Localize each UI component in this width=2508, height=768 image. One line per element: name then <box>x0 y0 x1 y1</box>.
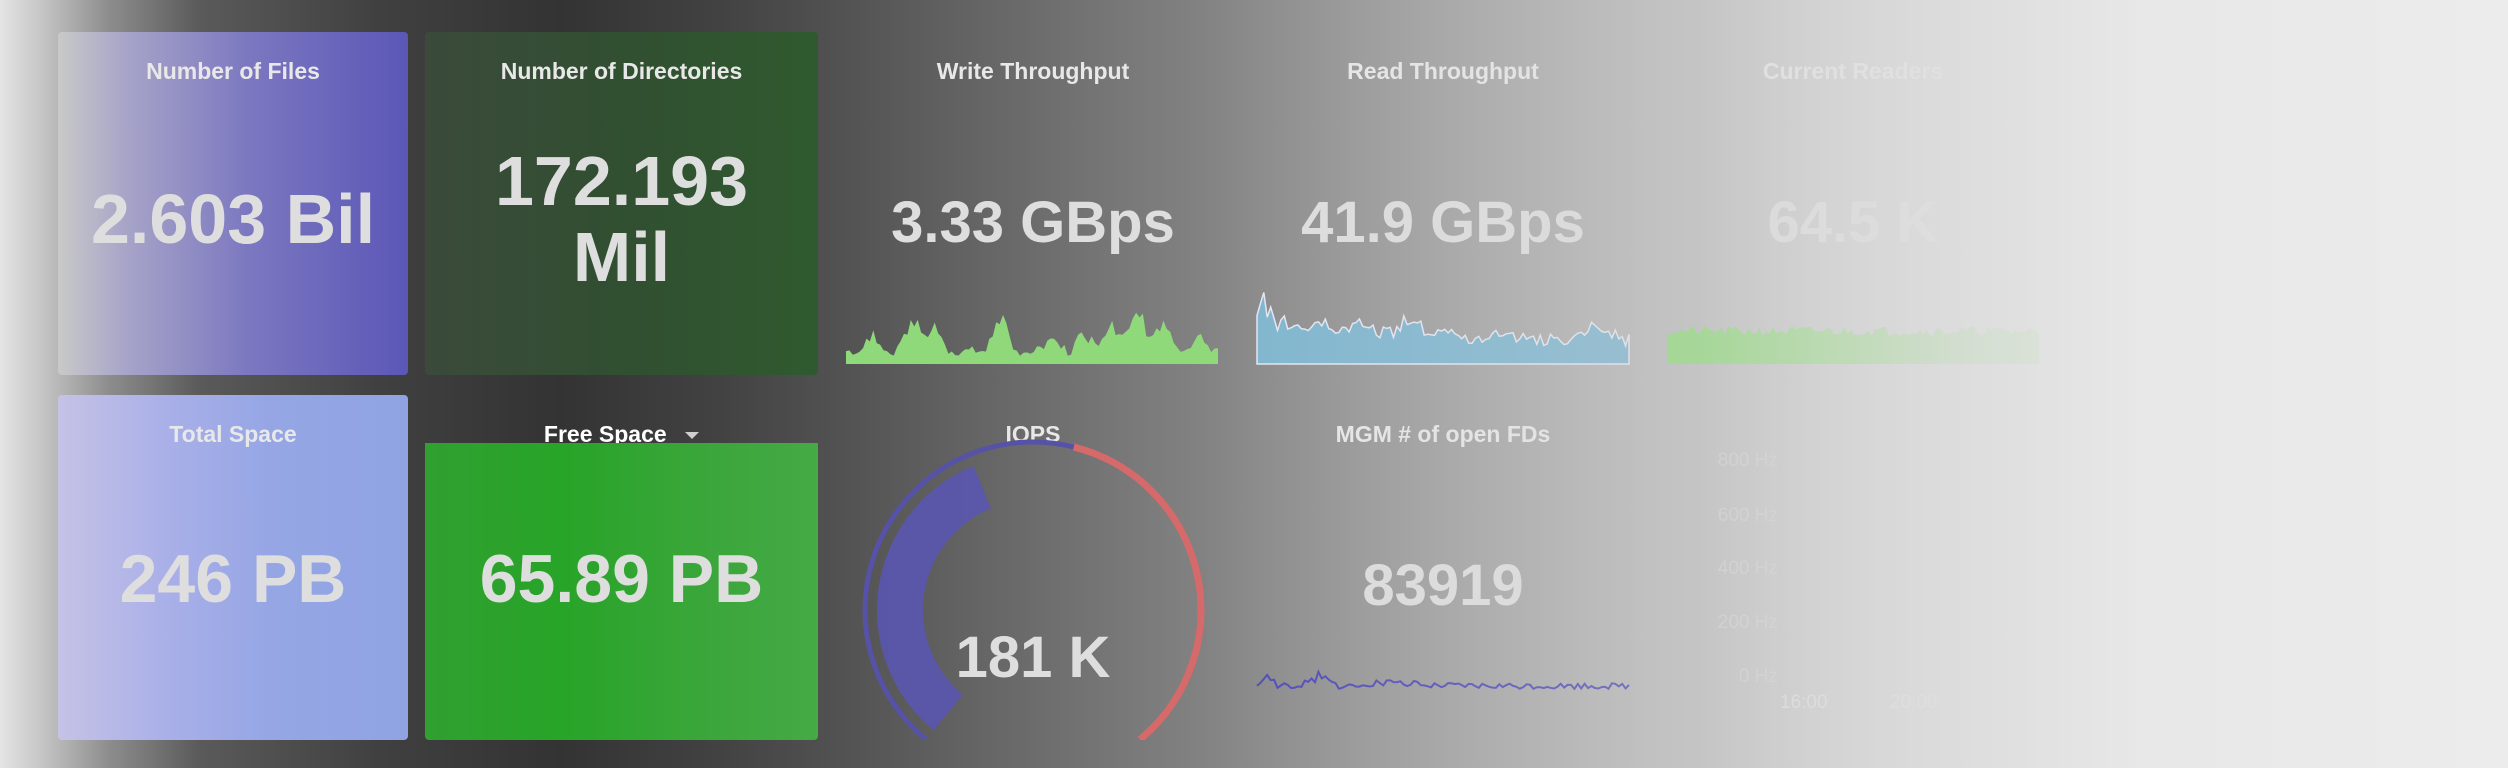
mgm-open-fds-value: 83919 <box>1362 553 1524 618</box>
hz-graph-panel[interactable]: 800 Hz 600 Hz 400 Hz 200 Hz 0 Hz 16:00 2… <box>1658 395 2048 740</box>
free-space-value: 65.89 PB <box>479 541 764 617</box>
iops-value: 181 K <box>955 625 1111 690</box>
read-throughput-sparkline <box>1256 292 1630 365</box>
directories-count-value: 172.193 Mil <box>425 142 818 296</box>
free-space-panel[interactable]: Free Space 65.89 PB <box>425 395 818 740</box>
x-tick-label: 16:00 <box>1780 692 1828 713</box>
panel-title: Current Readers <box>1762 58 1944 84</box>
panel-title: Number of Files <box>146 58 320 84</box>
y-tick-label: 0 Hz <box>1738 666 1778 687</box>
y-tick-label: 400 Hz <box>1717 558 1778 579</box>
current-readers-sparkline <box>1667 326 2039 364</box>
iops-gauge <box>862 439 1205 740</box>
caret-down-icon[interactable] <box>685 432 700 440</box>
read-throughput-value: 41.9 GBps <box>1301 190 1585 255</box>
y-tick-label: 200 Hz <box>1717 612 1778 633</box>
read-throughput-panel[interactable]: Read Throughput 41.9 GBps <box>1248 32 1638 375</box>
total-space-panel[interactable]: Total Space 246 PB <box>58 395 408 740</box>
panel-title: MGM # of open FDs <box>1335 421 1551 447</box>
y-tick-label: 600 Hz <box>1717 505 1778 526</box>
directories-value-unit: Mil <box>572 217 671 296</box>
directories-value-number: 172.193 <box>494 142 749 220</box>
write-throughput-value: 3.33 GBps <box>891 190 1175 255</box>
y-tick-label: 800 Hz <box>1717 450 1778 471</box>
current-readers-value: 64.5 K <box>1767 190 1939 255</box>
panel-title: Number of Directories <box>500 58 743 84</box>
files-count-value: 2.603 Bil <box>90 180 376 258</box>
number-of-files-panel[interactable]: Number of Files 2.603 Bil <box>58 32 408 375</box>
panel-title: Total Space <box>169 421 297 447</box>
total-space-value: 246 PB <box>119 541 347 617</box>
write-throughput-sparkline <box>846 312 1218 364</box>
x-tick-label: 20:00 <box>1890 692 1938 713</box>
iops-panel[interactable]: IOPS 181 K <box>838 395 1228 740</box>
panel-title: Read Throughput <box>1347 58 1539 84</box>
current-readers-panel[interactable]: Current Readers 64.5 K <box>1658 32 2048 375</box>
mgm-open-fds-panel[interactable]: MGM # of open FDs 83919 <box>1248 395 1638 740</box>
mgm-open-fds-sparkline <box>1256 669 1630 691</box>
number-of-directories-panel[interactable]: Number of Directories 172.193 Mil <box>425 32 818 375</box>
write-throughput-panel[interactable]: Write Throughput 3.33 GBps <box>838 32 1228 375</box>
panel-title: Write Throughput <box>936 58 1130 84</box>
